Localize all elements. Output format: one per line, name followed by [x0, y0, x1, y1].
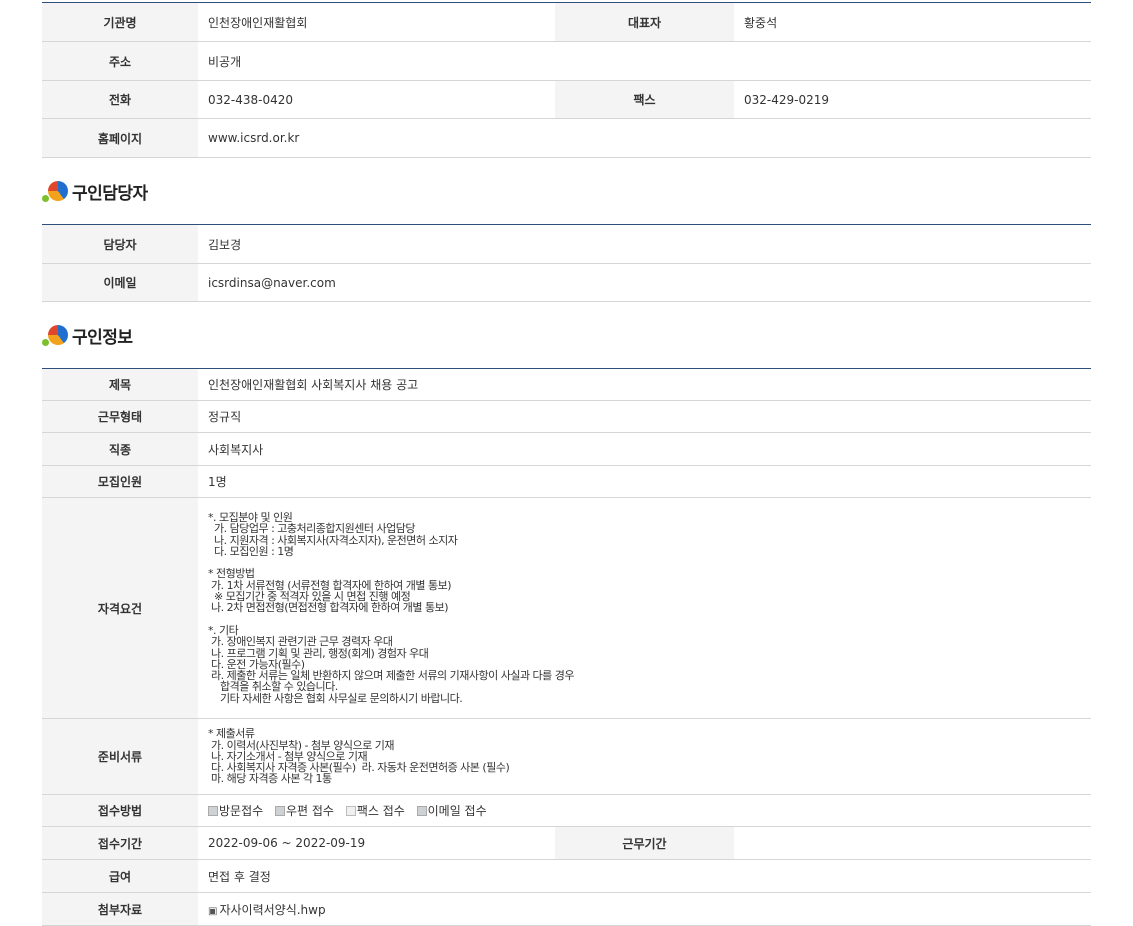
contact-email-label: 이메일 — [42, 263, 198, 302]
job-method-label: 접수방법 — [42, 794, 198, 827]
section-bullet-icon — [42, 323, 70, 347]
job-table: 제목 인천장애인재활협회 사회복지사 채용 공고 근무형태 정규직 직종 사회복… — [42, 368, 1091, 926]
org-home-label: 홈페이지 — [42, 118, 198, 158]
job-period-value: 2022-09-06 ~ 2022-09-19 — [198, 826, 555, 860]
job-salary-label: 급여 — [42, 859, 198, 893]
contact-person-value: 김보경 — [198, 224, 1091, 264]
org-name-label: 기관명 — [42, 2, 198, 42]
contact-email-value: icsrdinsa@naver.com — [198, 263, 1091, 302]
method-email: 이메일 접수 — [416, 804, 487, 818]
job-subject-label: 제목 — [42, 368, 198, 401]
org-rep-value: 황중석 — [734, 2, 1091, 42]
job-section-header: 구인정보 — [42, 302, 1091, 368]
checkbox-icon — [345, 806, 356, 816]
method-mail: 우편 접수 — [275, 804, 334, 818]
job-role-label: 직종 — [42, 432, 198, 466]
page-content: 기관명 인천장애인재활협회 대표자 황중석 주소 비공개 전화 032-438-… — [42, 0, 1091, 926]
checkbox-icon — [208, 806, 218, 816]
method-visit: 방문접수 — [208, 804, 263, 818]
job-method-options: 방문접수 우편 접수 팩스 접수 이메일 접수 — [198, 794, 1091, 827]
contact-section-header: 구인담당자 — [42, 158, 1091, 224]
job-attach-label: 첨부자료 — [42, 892, 198, 926]
org-home-value[interactable]: www.icsrd.or.kr — [198, 118, 1091, 158]
attachment-file-icon: ▣ — [208, 905, 218, 917]
org-info-table: 기관명 인천장애인재활협회 대표자 황중석 주소 비공개 전화 032-438-… — [42, 2, 1091, 158]
org-phone-label: 전화 — [42, 80, 198, 119]
org-addr-label: 주소 — [42, 41, 198, 81]
org-fax-value: 032-429-0219 — [734, 80, 1091, 119]
method-fax: 팩스 접수 — [345, 804, 405, 818]
contact-table: 담당자 김보경 이메일 icsrdinsa@naver.com — [42, 224, 1091, 302]
checkbox-icon — [275, 806, 285, 816]
org-rep-label: 대표자 — [555, 2, 734, 42]
job-work-period-label: 근무기간 — [555, 826, 734, 860]
job-period-label: 접수기간 — [42, 826, 198, 860]
job-docs-value: * 제출서류 가. 이력서(사진부착) - 첨부 양식으로 기재 나. 자기소개… — [208, 727, 510, 786]
org-addr-value: 비공개 — [198, 41, 1091, 81]
attachment-link[interactable]: 자사이력서양식.hwp — [219, 903, 325, 917]
org-phone-value: 032-438-0420 — [198, 80, 555, 119]
org-name-value: 인천장애인재활협회 — [198, 2, 555, 42]
job-qual-label: 자격요건 — [42, 497, 198, 719]
job-qual-value: *. 모집분야 및 인원 가. 담당업무 : 고충처리종합지원센터 사업담당 나… — [208, 510, 575, 705]
org-fax-label: 팩스 — [555, 80, 734, 119]
contact-person-label: 담당자 — [42, 224, 198, 264]
job-docs-label: 준비서류 — [42, 718, 198, 795]
job-type-label: 근무형태 — [42, 400, 198, 433]
job-count-label: 모집인원 — [42, 465, 198, 498]
checkbox-icon — [416, 806, 427, 816]
contact-section-title: 구인담당자 — [72, 183, 148, 204]
job-role-value: 사회복지사 — [198, 432, 1091, 466]
job-type-value: 정규직 — [198, 400, 1091, 433]
job-count-value: 1명 — [198, 465, 1091, 498]
job-section-title: 구인정보 — [72, 327, 133, 348]
job-work-period-value — [734, 826, 1091, 860]
job-subject-value: 인천장애인재활협회 사회복지사 채용 공고 — [198, 368, 1091, 401]
job-salary-value: 면접 후 결정 — [198, 859, 1091, 893]
section-bullet-icon — [42, 179, 70, 203]
